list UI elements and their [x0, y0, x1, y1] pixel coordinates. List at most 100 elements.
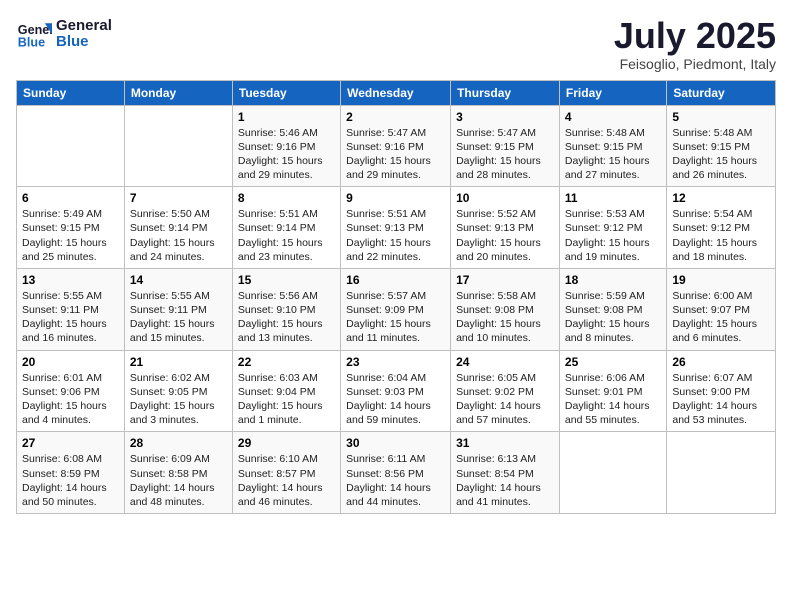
- day-detail: Sunrise: 5:51 AMSunset: 9:13 PMDaylight:…: [346, 207, 445, 264]
- calendar-cell: [667, 432, 776, 514]
- calendar-cell: 15Sunrise: 5:56 AMSunset: 9:10 PMDayligh…: [232, 268, 340, 350]
- day-detail: Sunrise: 6:10 AMSunset: 8:57 PMDaylight:…: [238, 452, 335, 509]
- day-number: 8: [238, 191, 335, 205]
- calendar-cell: 7 Sunrise: 5:50 AMSunset: 9:14 PMDaylight…: [124, 187, 232, 269]
- header-sunday: Sunday: [17, 80, 125, 105]
- calendar-cell: 30 Sunrise: 6:11 AMSunset: 8:56 PMDayligh…: [341, 432, 451, 514]
- day-number: 3: [456, 110, 554, 124]
- calendar-week-1: 1 Sunrise: 5:46 AMSunset: 9:16 PMDaylight…: [17, 105, 776, 187]
- day-detail: Sunrise: 5:54 AMSunset: 9:12 PMDaylight:…: [672, 207, 770, 264]
- day-number: 19: [672, 273, 770, 287]
- day-detail: Sunrise: 6:11 AMSunset: 8:56 PMDaylight:…: [346, 452, 445, 509]
- day-number: 17: [456, 273, 554, 287]
- day-detail: Sunrise: 6:00 AMSunset: 9:07 PMDaylight:…: [672, 289, 770, 346]
- day-detail: Sunrise: 6:05 AMSunset: 9:02 PMDaylight:…: [456, 371, 554, 428]
- day-number: 14: [130, 273, 227, 287]
- day-detail: Sunrise: 6:07 AMSunset: 9:00 PMDaylight:…: [672, 371, 770, 428]
- title-block: July 2025 Feisoglio, Piedmont, Italy: [614, 16, 776, 72]
- day-detail: Sunrise: 6:02 AMSunset: 9:05 PMDaylight:…: [130, 371, 227, 428]
- day-detail: Sunrise: 5:50 AMSunset: 9:14 PMDaylight:…: [130, 207, 227, 264]
- calendar-cell: 14 Sunrise: 5:55 AMSunset: 9:11 PMDayligh…: [124, 268, 232, 350]
- calendar-cell: 22 Sunrise: 6:03 AMSunset: 9:04 PMDayligh…: [232, 350, 340, 432]
- month-title: July 2025: [614, 16, 776, 56]
- day-number: 27: [22, 436, 119, 450]
- header-wednesday: Wednesday: [341, 80, 451, 105]
- calendar-cell: 11Sunrise: 5:53 AMSunset: 9:12 PMDayligh…: [559, 187, 666, 269]
- day-detail: Sunrise: 5:47 AMSunset: 9:16 PMDaylight:…: [346, 126, 445, 183]
- calendar-body: 1 Sunrise: 5:46 AMSunset: 9:16 PMDaylight…: [17, 105, 776, 513]
- day-detail: Sunrise: 5:53 AMSunset: 9:12 PMDaylight:…: [565, 207, 661, 264]
- day-number: 13: [22, 273, 119, 287]
- day-number: 1: [238, 110, 335, 124]
- day-number: 20: [22, 355, 119, 369]
- calendar-week-4: 20 Sunrise: 6:01 AMSunset: 9:06 PMDayligh…: [17, 350, 776, 432]
- day-detail: Sunrise: 6:06 AMSunset: 9:01 PMDaylight:…: [565, 371, 661, 428]
- day-number: 10: [456, 191, 554, 205]
- svg-text:Blue: Blue: [18, 36, 45, 50]
- day-number: 15: [238, 273, 335, 287]
- calendar-cell: 18 Sunrise: 5:59 AMSunset: 9:08 PMDayligh…: [559, 268, 666, 350]
- calendar-cell: 29Sunrise: 6:10 AMSunset: 8:57 PMDayligh…: [232, 432, 340, 514]
- day-detail: Sunrise: 5:58 AMSunset: 9:08 PMDaylight:…: [456, 289, 554, 346]
- day-detail: Sunrise: 5:48 AMSunset: 9:15 PMDaylight:…: [565, 126, 661, 183]
- day-detail: Sunrise: 6:01 AMSunset: 9:06 PMDaylight:…: [22, 371, 119, 428]
- calendar-cell: 6Sunrise: 5:49 AMSunset: 9:15 PMDaylight…: [17, 187, 125, 269]
- calendar-cell: 1 Sunrise: 5:46 AMSunset: 9:16 PMDaylight…: [232, 105, 340, 187]
- day-number: 22: [238, 355, 335, 369]
- day-detail: Sunrise: 5:59 AMSunset: 9:08 PMDaylight:…: [565, 289, 661, 346]
- calendar-week-2: 6Sunrise: 5:49 AMSunset: 9:15 PMDaylight…: [17, 187, 776, 269]
- calendar-cell: 13 Sunrise: 5:55 AMSunset: 9:11 PMDayligh…: [17, 268, 125, 350]
- calendar-header-row: SundayMondayTuesdayWednesdayThursdayFrid…: [17, 80, 776, 105]
- day-number: 7: [130, 191, 227, 205]
- day-detail: Sunrise: 5:57 AMSunset: 9:09 PMDaylight:…: [346, 289, 445, 346]
- calendar-cell: 12 Sunrise: 5:54 AMSunset: 9:12 PMDayligh…: [667, 187, 776, 269]
- location: Feisoglio, Piedmont, Italy: [614, 56, 776, 72]
- calendar-cell: 26Sunrise: 6:07 AMSunset: 9:00 PMDayligh…: [667, 350, 776, 432]
- day-number: 9: [346, 191, 445, 205]
- day-detail: Sunrise: 5:55 AMSunset: 9:11 PMDaylight:…: [22, 289, 119, 346]
- calendar-cell: 16 Sunrise: 5:57 AMSunset: 9:09 PMDayligh…: [341, 268, 451, 350]
- day-number: 30: [346, 436, 445, 450]
- calendar-cell: 31 Sunrise: 6:13 AMSunset: 8:54 PMDayligh…: [451, 432, 560, 514]
- calendar-cell: 17 Sunrise: 5:58 AMSunset: 9:08 PMDayligh…: [451, 268, 560, 350]
- header-saturday: Saturday: [667, 80, 776, 105]
- calendar-cell: 21Sunrise: 6:02 AMSunset: 9:05 PMDayligh…: [124, 350, 232, 432]
- calendar-cell: 28Sunrise: 6:09 AMSunset: 8:58 PMDayligh…: [124, 432, 232, 514]
- calendar-table: SundayMondayTuesdayWednesdayThursdayFrid…: [16, 80, 776, 514]
- day-detail: Sunrise: 6:03 AMSunset: 9:04 PMDaylight:…: [238, 371, 335, 428]
- day-detail: Sunrise: 6:04 AMSunset: 9:03 PMDaylight:…: [346, 371, 445, 428]
- calendar-cell: 25 Sunrise: 6:06 AMSunset: 9:01 PMDayligh…: [559, 350, 666, 432]
- day-number: 28: [130, 436, 227, 450]
- day-detail: Sunrise: 5:46 AMSunset: 9:16 PMDaylight:…: [238, 126, 335, 183]
- day-number: 5: [672, 110, 770, 124]
- calendar-cell: 9 Sunrise: 5:51 AMSunset: 9:13 PMDaylight…: [341, 187, 451, 269]
- day-detail: Sunrise: 5:51 AMSunset: 9:14 PMDaylight:…: [238, 207, 335, 264]
- day-number: 6: [22, 191, 119, 205]
- calendar-week-5: 27Sunrise: 6:08 AMSunset: 8:59 PMDayligh…: [17, 432, 776, 514]
- calendar-week-3: 13 Sunrise: 5:55 AMSunset: 9:11 PMDayligh…: [17, 268, 776, 350]
- calendar-cell: 10 Sunrise: 5:52 AMSunset: 9:13 PMDayligh…: [451, 187, 560, 269]
- day-number: 16: [346, 273, 445, 287]
- page-header: General Blue General Blue July 2025 Feis…: [16, 16, 776, 72]
- day-number: 25: [565, 355, 661, 369]
- calendar-cell: 20 Sunrise: 6:01 AMSunset: 9:06 PMDayligh…: [17, 350, 125, 432]
- calendar-cell: 5Sunrise: 5:48 AMSunset: 9:15 PMDaylight…: [667, 105, 776, 187]
- day-number: 31: [456, 436, 554, 450]
- day-detail: Sunrise: 6:13 AMSunset: 8:54 PMDaylight:…: [456, 452, 554, 509]
- header-thursday: Thursday: [451, 80, 560, 105]
- calendar-cell: 4Sunrise: 5:48 AMSunset: 9:15 PMDaylight…: [559, 105, 666, 187]
- header-tuesday: Tuesday: [232, 80, 340, 105]
- header-monday: Monday: [124, 80, 232, 105]
- logo-line1: General: [56, 18, 112, 35]
- day-number: 24: [456, 355, 554, 369]
- day-detail: Sunrise: 5:52 AMSunset: 9:13 PMDaylight:…: [456, 207, 554, 264]
- day-number: 12: [672, 191, 770, 205]
- logo: General Blue General Blue: [16, 16, 112, 52]
- calendar-cell: 19 Sunrise: 6:00 AMSunset: 9:07 PMDayligh…: [667, 268, 776, 350]
- day-number: 18: [565, 273, 661, 287]
- logo-line2: Blue: [56, 34, 112, 51]
- logo-icon: General Blue: [16, 16, 52, 52]
- calendar-cell: 3Sunrise: 5:47 AMSunset: 9:15 PMDaylight…: [451, 105, 560, 187]
- calendar-cell: 2Sunrise: 5:47 AMSunset: 9:16 PMDaylight…: [341, 105, 451, 187]
- day-detail: Sunrise: 5:55 AMSunset: 9:11 PMDaylight:…: [130, 289, 227, 346]
